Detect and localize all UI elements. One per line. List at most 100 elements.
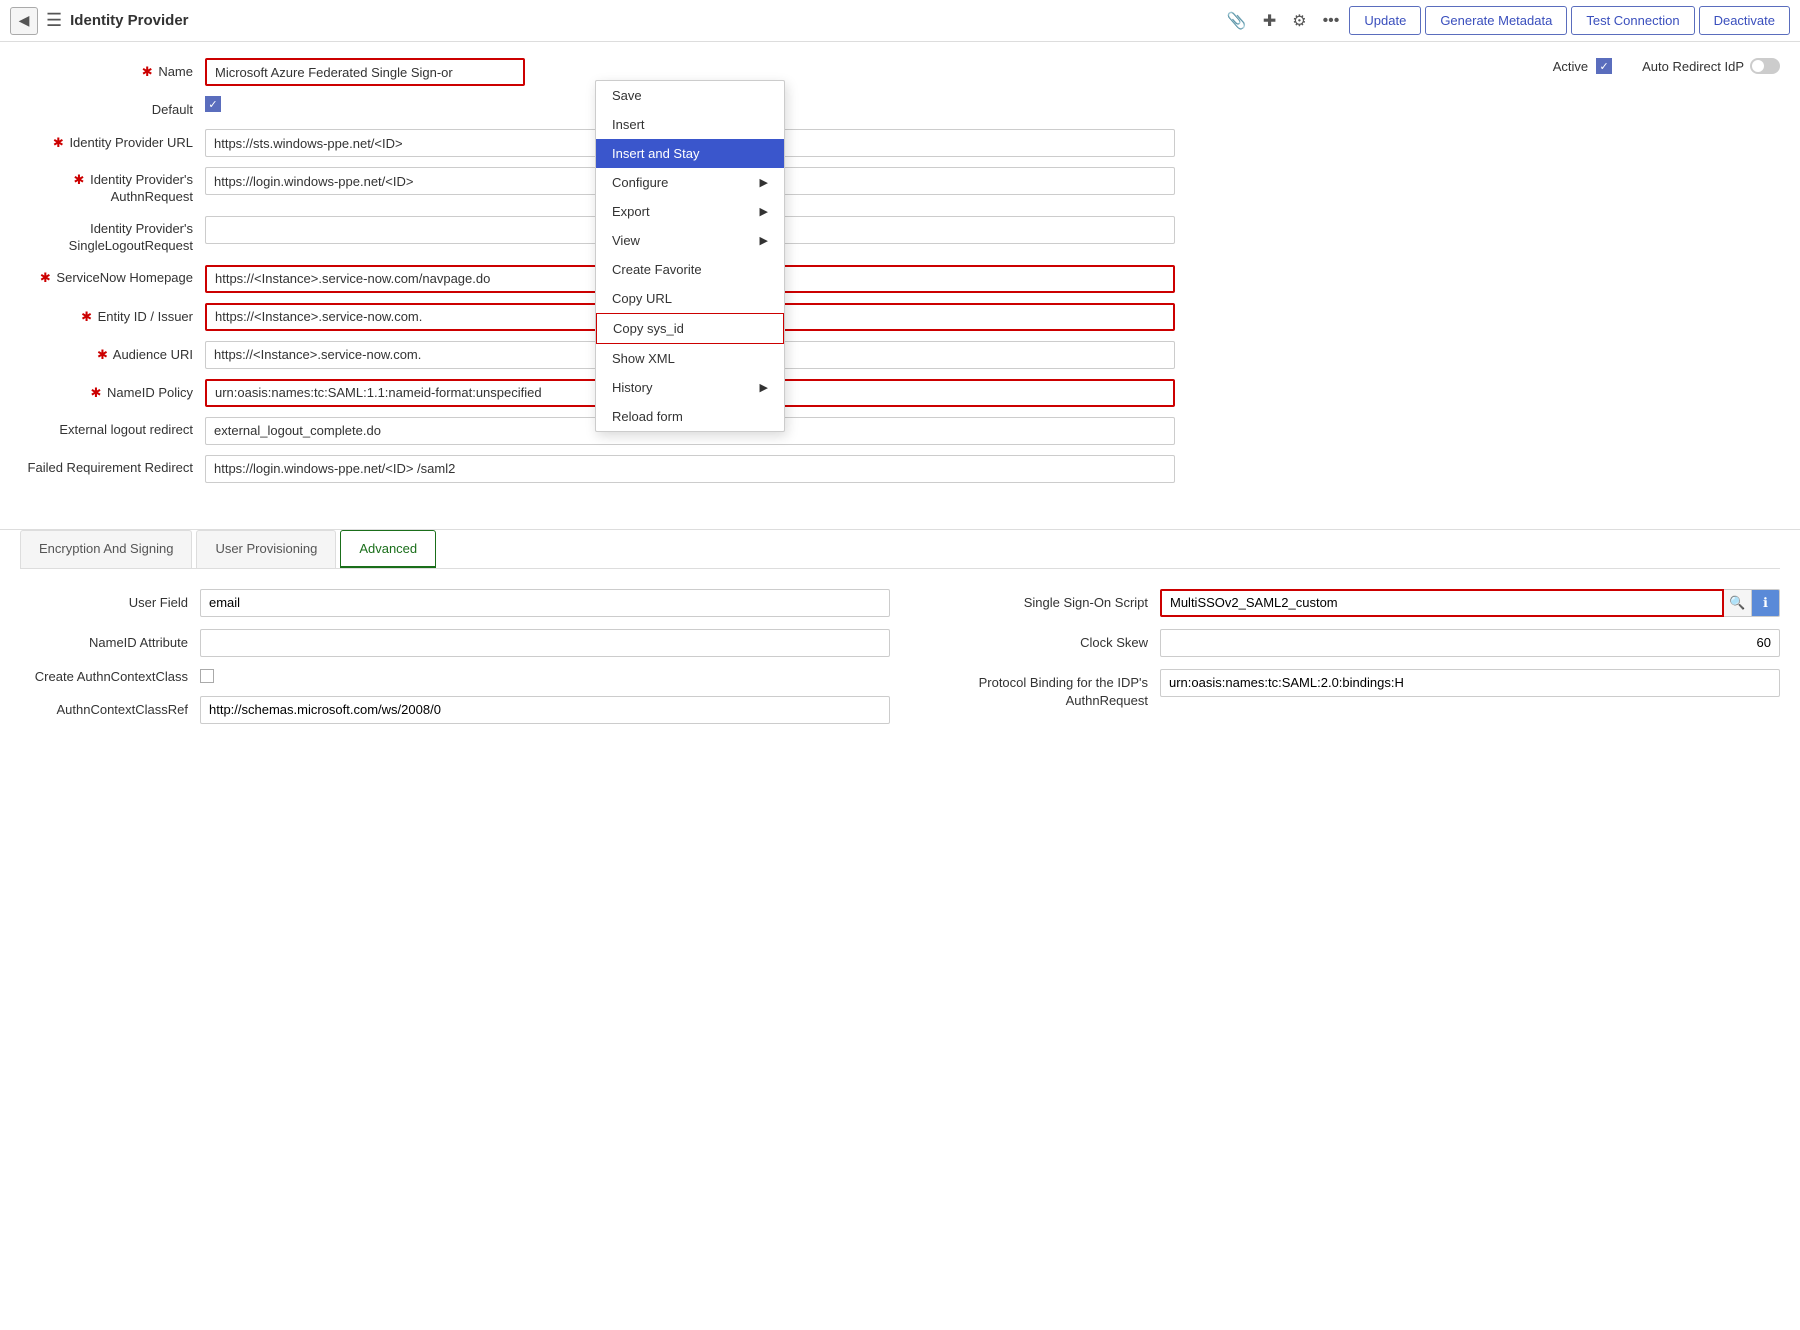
- create-authn-label: Create AuthnContextClass: [20, 669, 200, 684]
- sso-script-label: Single Sign-On Script: [910, 589, 1160, 612]
- advanced-col-right: Single Sign-On Script 🔍 ℹ Clock Skew: [910, 589, 1780, 736]
- form-area: Save Insert Insert and Stay Configure ▶ …: [0, 42, 1800, 509]
- test-connection-button[interactable]: Test Connection: [1571, 6, 1694, 35]
- entity-id-row: ✱ Entity ID / Issuer: [20, 303, 1780, 331]
- view-arrow: ▶: [760, 234, 768, 247]
- protocol-binding-label: Protocol Binding for the IDP's AuthnRequ…: [910, 669, 1160, 710]
- context-menu: Save Insert Insert and Stay Configure ▶ …: [595, 80, 785, 432]
- menu-reload-form[interactable]: Reload form: [596, 402, 784, 431]
- user-field-label: User Field: [20, 595, 200, 610]
- active-label: Active: [1553, 59, 1588, 74]
- menu-configure[interactable]: Configure ▶: [596, 168, 784, 197]
- nameid-attr-label: NameID Attribute: [20, 635, 200, 650]
- create-authn-checkbox[interactable]: [200, 669, 214, 683]
- menu-history[interactable]: History ▶: [596, 373, 784, 402]
- paperclip-icon: 📎: [1227, 13, 1247, 30]
- authn-class-ref-input[interactable]: [200, 696, 890, 724]
- update-button[interactable]: Update: [1349, 6, 1421, 35]
- nameid-attr-row: NameID Attribute: [20, 629, 890, 657]
- audience-uri-row: ✱ Audience URI: [20, 341, 1780, 369]
- menu-view[interactable]: View ▶: [596, 226, 784, 255]
- back-icon: ◀: [19, 12, 30, 29]
- name-label: ✱ Name: [20, 58, 205, 81]
- external-logout-row: External logout redirect: [20, 417, 1780, 445]
- deactivate-button[interactable]: Deactivate: [1699, 6, 1790, 35]
- failed-req-input[interactable]: [205, 455, 1175, 483]
- name-row: ✱ Name Active ✓ Auto Redirect IdP: [20, 58, 1780, 86]
- info-icon: ℹ: [1763, 595, 1768, 611]
- configure-arrow: ▶: [760, 176, 768, 189]
- external-logout-label: External logout redirect: [20, 417, 205, 439]
- auto-redirect-toggle[interactable]: [1750, 58, 1780, 74]
- plus-icon: ✚: [1263, 13, 1276, 30]
- sso-script-search-button[interactable]: 🔍: [1724, 589, 1752, 617]
- authn-class-ref-row: AuthnContextClassRef: [20, 696, 890, 724]
- tab-content-advanced: User Field NameID Attribute Create Authn…: [20, 568, 1780, 756]
- toolbar-left: ◀ ☰ Identity Provider: [10, 7, 189, 35]
- two-col-layout: User Field NameID Attribute Create Authn…: [20, 589, 1780, 736]
- failed-req-row: Failed Requirement Redirect: [20, 455, 1780, 483]
- menu-create-favorite[interactable]: Create Favorite: [596, 255, 784, 284]
- active-checkbox[interactable]: ✓: [1596, 58, 1612, 74]
- idp-authn-label: ✱ Identity Provider's AuthnRequest: [20, 167, 205, 206]
- tabs-area: Encryption And Signing User Provisioning…: [0, 529, 1800, 756]
- idp-slo-row: Identity Provider's SingleLogoutRequest: [20, 216, 1780, 255]
- tab-encryption[interactable]: Encryption And Signing: [20, 530, 192, 568]
- more-button[interactable]: •••: [1317, 8, 1346, 34]
- hamburger-button[interactable]: ☰: [46, 10, 62, 31]
- menu-copy-sys-id[interactable]: Copy sys_id: [596, 313, 784, 344]
- idp-url-label: ✱ Identity Provider URL: [20, 129, 205, 152]
- toolbar-icons: 📎 ✚ ⚙ ••• Update Generate Metadata Test …: [1221, 6, 1790, 35]
- idp-slo-label: Identity Provider's SingleLogoutRequest: [20, 216, 205, 255]
- authn-class-ref-label: AuthnContextClassRef: [20, 702, 200, 717]
- clock-skew-label: Clock Skew: [910, 629, 1160, 652]
- page-title: Identity Provider: [70, 12, 188, 29]
- settings-button[interactable]: ⚙: [1286, 7, 1312, 35]
- back-button[interactable]: ◀: [10, 7, 38, 35]
- active-area: Active ✓: [1553, 58, 1622, 74]
- entity-id-label: ✱ Entity ID / Issuer: [20, 303, 205, 326]
- tab-user-provisioning[interactable]: User Provisioning: [196, 530, 336, 568]
- failed-req-label: Failed Requirement Redirect: [20, 455, 205, 477]
- user-field-row: User Field: [20, 589, 890, 617]
- protocol-binding-row: Protocol Binding for the IDP's AuthnRequ…: [910, 669, 1780, 710]
- homepage-row: ✱ ServiceNow Homepage: [20, 265, 1780, 293]
- nameid-attr-input[interactable]: [200, 629, 890, 657]
- user-field-input[interactable]: [200, 589, 890, 617]
- clock-skew-input[interactable]: [1160, 629, 1780, 657]
- default-label: Default: [20, 96, 205, 119]
- header-right: Active ✓ Auto Redirect IdP: [1553, 58, 1780, 74]
- audience-uri-label: ✱ Audience URI: [20, 341, 205, 364]
- menu-insert-and-stay[interactable]: Insert and Stay: [596, 139, 784, 168]
- default-checkbox[interactable]: ✓: [205, 96, 221, 112]
- advanced-col-left: User Field NameID Attribute Create Authn…: [20, 589, 890, 736]
- settings-icon: ⚙: [1292, 13, 1306, 30]
- search-icon: 🔍: [1729, 595, 1745, 611]
- menu-save[interactable]: Save: [596, 81, 784, 110]
- menu-insert[interactable]: Insert: [596, 110, 784, 139]
- auto-redirect-area: Auto Redirect IdP: [1642, 58, 1780, 74]
- more-icon: •••: [1323, 12, 1340, 29]
- tab-advanced[interactable]: Advanced: [340, 530, 436, 568]
- default-row: Default ✓: [20, 96, 1780, 119]
- menu-show-xml[interactable]: Show XML: [596, 344, 784, 373]
- sso-script-input[interactable]: [1160, 589, 1724, 617]
- protocol-binding-input[interactable]: [1160, 669, 1780, 697]
- clock-skew-row: Clock Skew: [910, 629, 1780, 657]
- plus-button[interactable]: ✚: [1257, 7, 1282, 35]
- name-input[interactable]: [205, 58, 525, 86]
- idp-url-row: ✱ Identity Provider URL: [20, 129, 1780, 157]
- menu-copy-url[interactable]: Copy URL: [596, 284, 784, 313]
- nameid-policy-row: ✱ NameID Policy: [20, 379, 1780, 407]
- paperclip-button[interactable]: 📎: [1221, 7, 1253, 35]
- generate-metadata-button[interactable]: Generate Metadata: [1425, 6, 1567, 35]
- homepage-label: ✱ ServiceNow Homepage: [20, 265, 205, 287]
- idp-authn-row: ✱ Identity Provider's AuthnRequest: [20, 167, 1780, 206]
- sso-script-row: Single Sign-On Script 🔍 ℹ: [910, 589, 1780, 617]
- menu-export[interactable]: Export ▶: [596, 197, 784, 226]
- tabs-row: Encryption And Signing User Provisioning…: [20, 530, 1780, 568]
- toolbar: ◀ ☰ Identity Provider 📎 ✚ ⚙ ••• Update G…: [0, 0, 1800, 42]
- export-arrow: ▶: [760, 205, 768, 218]
- sso-script-info-button[interactable]: ℹ: [1752, 589, 1780, 617]
- hamburger-icon: ☰: [46, 10, 62, 30]
